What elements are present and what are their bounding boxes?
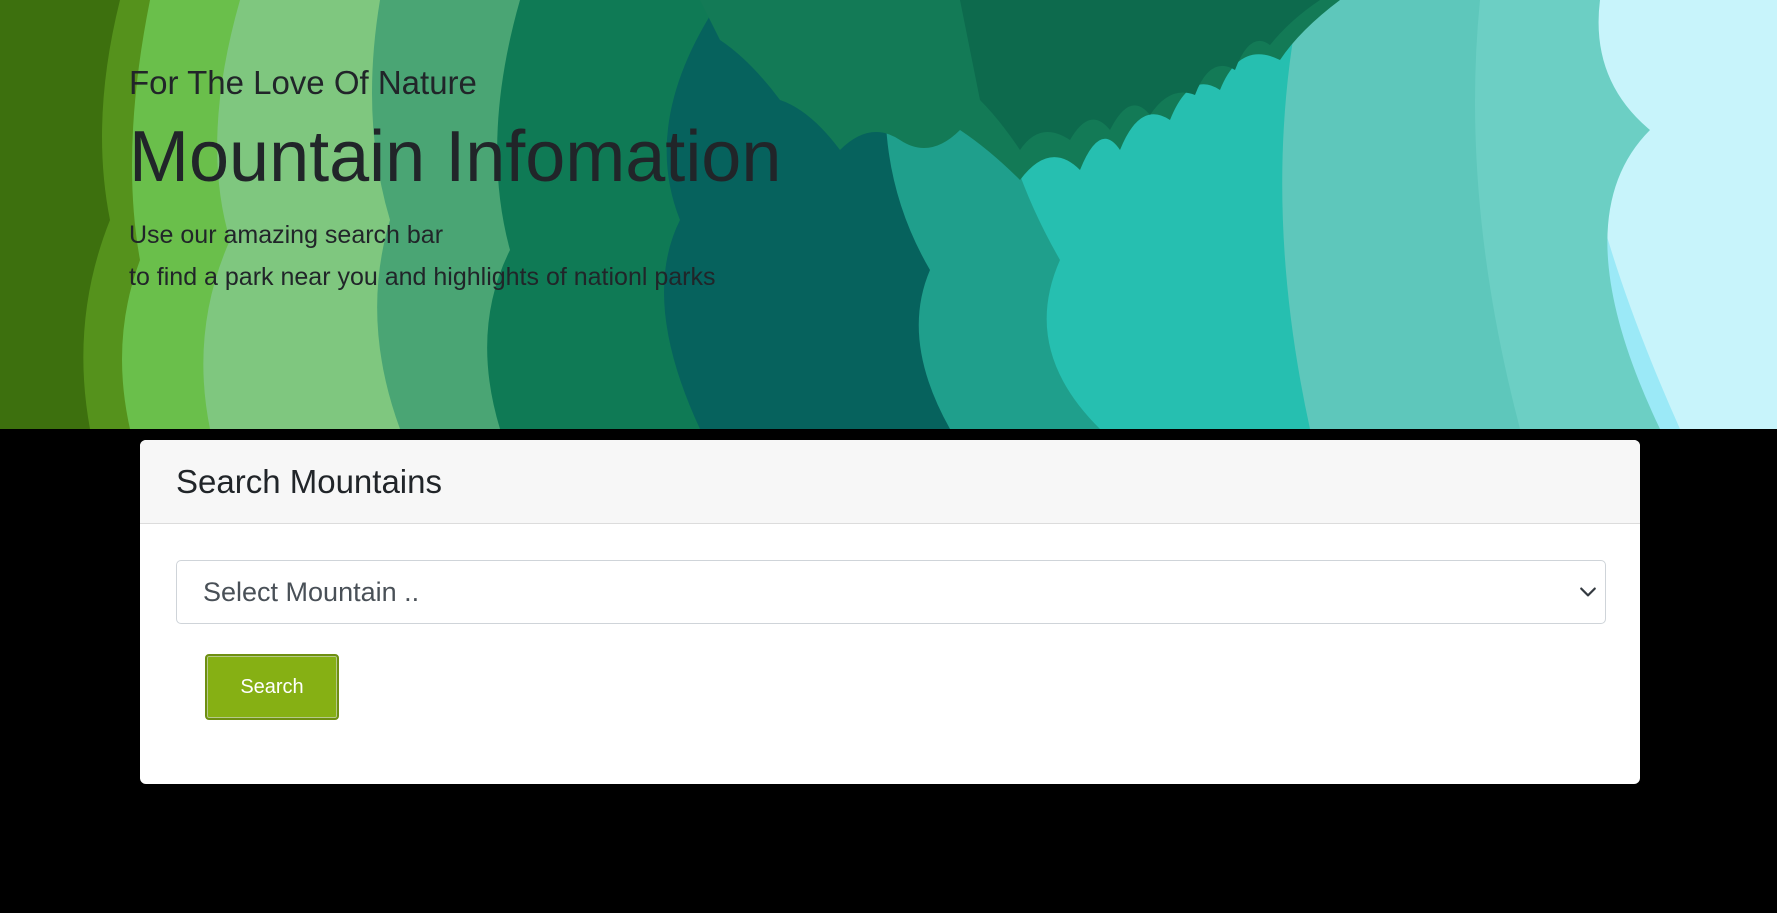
search-card-header: Search Mountains	[140, 440, 1640, 524]
search-button[interactable]: Search	[205, 654, 339, 720]
hero-subtitle-line-1: Use our amazing search bar	[129, 221, 444, 249]
hero-subtitle: Use our amazing search bar to find a par…	[129, 214, 781, 298]
hero-text-block: For The Love Of Nature Mountain Infomati…	[129, 56, 781, 298]
hero-kicker: For The Love Of Nature	[129, 64, 477, 101]
search-card-title: Search Mountains	[176, 462, 442, 500]
hero-subtitle-line-2: to find a park near you and highlights o…	[129, 263, 716, 291]
search-card: Search Mountains Select Mountain .. Sear…	[140, 440, 1640, 784]
mountain-select[interactable]: Select Mountain ..	[176, 560, 1606, 624]
mountain-select-value: Select Mountain ..	[203, 576, 420, 607]
hero-banner: For The Love Of Nature Mountain Infomati…	[0, 0, 1777, 429]
chevron-down-icon	[1580, 587, 1596, 597]
hero-title: Mountain Infomation	[129, 117, 782, 197]
